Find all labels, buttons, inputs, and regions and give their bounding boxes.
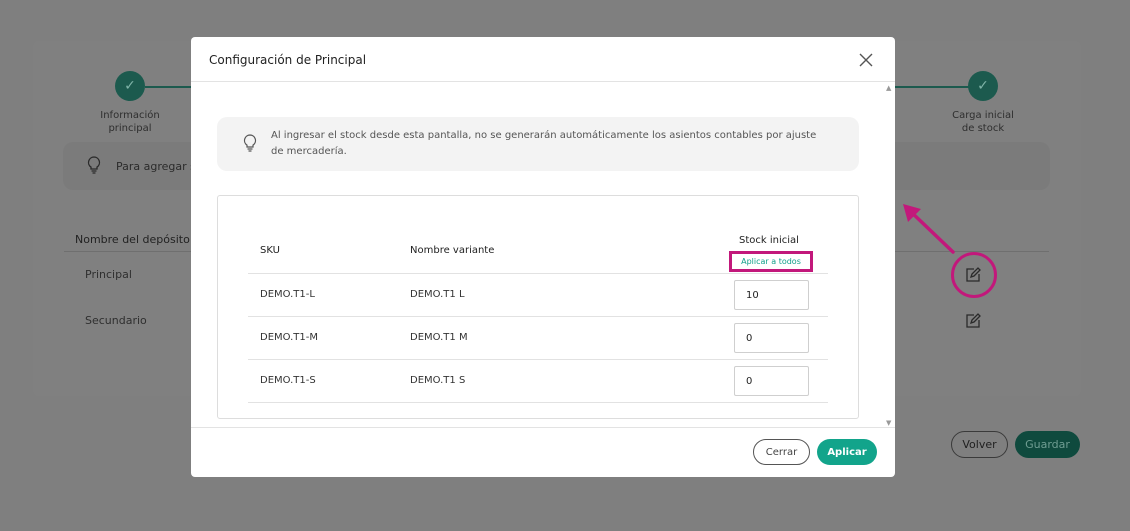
modal-scrollbar[interactable]: ▲ ▼ bbox=[885, 82, 895, 427]
step-2-label: Carga inicial de stock bbox=[952, 110, 1014, 134]
modal-info-text: Al ingresar el stock desde esta pantalla… bbox=[271, 130, 817, 157]
column-header-variant: Nombre variante bbox=[410, 245, 495, 256]
edit-icon[interactable] bbox=[965, 313, 981, 329]
step-1-label: Información principal bbox=[100, 110, 160, 134]
config-modal: Configuración de Principal ▲ ▼ Al ingres… bbox=[191, 37, 895, 477]
row-3-sku: DEMO.T1-S bbox=[260, 375, 316, 386]
arrow-icon bbox=[903, 204, 955, 254]
row-2-sku: DEMO.T1-M bbox=[260, 332, 318, 343]
background-table-header: Nombre del depósito bbox=[75, 233, 190, 246]
guardar-button[interactable]: Guardar bbox=[1015, 431, 1080, 458]
scroll-up-icon[interactable]: ▲ bbox=[886, 84, 891, 92]
highlight-circle-annotation bbox=[951, 252, 997, 298]
scroll-down-icon[interactable]: ▼ bbox=[886, 419, 891, 427]
modal-title: Configuración de Principal bbox=[209, 53, 367, 67]
modal-info-box: Al ingresar el stock desde esta pantalla… bbox=[217, 117, 859, 171]
row-divider bbox=[248, 273, 828, 274]
stock-table: SKU Nombre variante Stock inicial Aplica… bbox=[217, 195, 859, 419]
volver-button[interactable]: Volver bbox=[951, 431, 1008, 458]
modal-header: Configuración de Principal bbox=[191, 37, 895, 82]
step-1-check-icon: ✓ bbox=[115, 71, 145, 101]
close-icon[interactable] bbox=[857, 51, 875, 69]
modal-footer: Cerrar Aplicar bbox=[191, 427, 895, 477]
row-1-stock-input[interactable] bbox=[734, 280, 809, 310]
row-divider bbox=[248, 359, 828, 360]
step-2-check-icon: ✓ bbox=[968, 71, 998, 101]
background-row-secundario: Secundario bbox=[85, 314, 147, 327]
column-header-sku: SKU bbox=[260, 245, 280, 256]
row-divider bbox=[248, 402, 828, 403]
lightbulb-icon bbox=[243, 134, 257, 156]
cerrar-button[interactable]: Cerrar bbox=[753, 439, 810, 465]
background-row-principal: Principal bbox=[85, 268, 132, 281]
row-1-variant: DEMO.T1 L bbox=[410, 289, 465, 300]
row-2-stock-input[interactable] bbox=[734, 323, 809, 353]
row-3-stock-input[interactable] bbox=[734, 366, 809, 396]
row-3-variant: DEMO.T1 S bbox=[410, 375, 466, 386]
stepper-line bbox=[145, 86, 195, 88]
stepper-line bbox=[895, 86, 970, 88]
row-divider bbox=[248, 316, 828, 317]
row-1-sku: DEMO.T1-L bbox=[260, 289, 315, 300]
row-2-variant: DEMO.T1 M bbox=[410, 332, 468, 343]
lightbulb-icon bbox=[87, 156, 101, 178]
modal-body: ▲ ▼ Al ingresar el stock desde esta pant… bbox=[191, 82, 895, 427]
apply-to-all-link[interactable]: Aplicar a todos bbox=[729, 251, 813, 272]
column-header-stock: Stock inicial bbox=[739, 235, 799, 246]
aplicar-button[interactable]: Aplicar bbox=[817, 439, 877, 465]
background-info-text: Para agregar s bbox=[116, 160, 196, 173]
